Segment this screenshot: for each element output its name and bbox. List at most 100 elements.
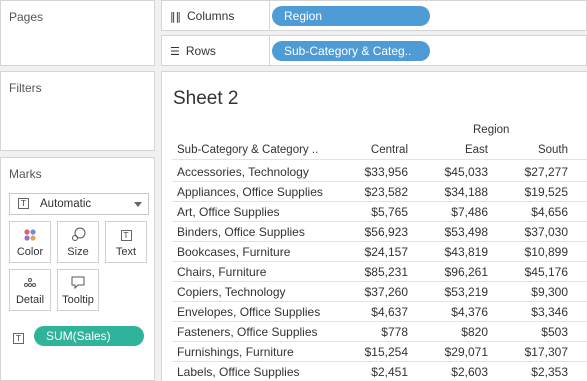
- rows-shelf-label: ☰ Rows: [170, 44, 216, 58]
- row-header-cell[interactable]: Accessories, Technology: [177, 165, 309, 179]
- value-cell-south[interactable]: $3,346: [488, 305, 568, 319]
- value-cell-central[interactable]: $15,254: [328, 345, 408, 359]
- tooltip-button[interactable]: Tooltip: [57, 269, 99, 311]
- row-header-cell[interactable]: Appliances, Office Supplies: [177, 185, 323, 199]
- detail-dots-icon: [10, 275, 50, 291]
- header-divider: [172, 159, 587, 160]
- tooltip-icon: [58, 275, 98, 291]
- rows-icon: ☰: [170, 45, 180, 58]
- value-cell-central[interactable]: $778: [328, 325, 408, 339]
- value-cell-south[interactable]: $9,300: [488, 285, 568, 299]
- row-header-cell[interactable]: Furnishings, Furniture: [177, 345, 294, 359]
- columns-shelf[interactable]: ‖‖ Columns Region: [161, 0, 587, 31]
- region-header[interactable]: Region: [473, 124, 509, 136]
- value-cell-east[interactable]: $53,219: [408, 285, 488, 299]
- row-header-cell[interactable]: Bookcases, Furniture: [177, 245, 290, 259]
- row-header-cell[interactable]: Labels, Office Supplies: [177, 365, 300, 379]
- rows-shelf[interactable]: ☰ Rows Sub-Category & Categ..: [161, 35, 587, 66]
- sheet-title: Sheet 2: [173, 88, 239, 109]
- value-cell-east[interactable]: $45,033: [408, 165, 488, 179]
- column-header-central[interactable]: Central: [328, 144, 408, 156]
- value-cell-central[interactable]: $56,923: [328, 225, 408, 239]
- value-cell-central[interactable]: $5,765: [328, 205, 408, 219]
- pages-card[interactable]: Pages: [0, 0, 155, 66]
- value-cell-central[interactable]: $85,231: [328, 265, 408, 279]
- value-cell-central[interactable]: $33,956: [328, 165, 408, 179]
- value-cell-east[interactable]: $29,071: [408, 345, 488, 359]
- row-divider: [172, 261, 587, 262]
- rows-label-text: Rows: [185, 44, 216, 58]
- filters-card[interactable]: Filters: [0, 71, 155, 151]
- value-cell-south[interactable]: $2,353: [488, 365, 568, 379]
- region-pill[interactable]: Region: [272, 6, 430, 26]
- value-cell-south[interactable]: $10,899: [488, 245, 568, 259]
- value-cell-east[interactable]: $34,188: [408, 185, 488, 199]
- row-divider: [172, 321, 587, 322]
- marks-card: Marks T Automatic Color Size T Text Deta…: [0, 157, 155, 381]
- filters-title: Filters: [9, 81, 42, 95]
- column-header-east[interactable]: East: [408, 144, 488, 156]
- value-cell-south[interactable]: $27,277: [488, 165, 568, 179]
- row-divider: [172, 361, 587, 362]
- color-button[interactable]: Color: [9, 221, 51, 263]
- text-encoding-icon: T: [13, 333, 24, 344]
- value-cell-east[interactable]: $820: [408, 325, 488, 339]
- tooltip-button-label: Tooltip: [62, 294, 94, 306]
- value-cell-south[interactable]: $45,176: [488, 265, 568, 279]
- shelf-divider: [269, 36, 270, 65]
- columns-label-text: Columns: [187, 9, 235, 23]
- value-cell-east[interactable]: $2,603: [408, 365, 488, 379]
- size-icon: [58, 227, 98, 243]
- value-cell-central[interactable]: $2,451: [328, 365, 408, 379]
- text-button-label: Text: [115, 246, 137, 258]
- value-cell-east[interactable]: $96,261: [408, 265, 488, 279]
- mark-type-label: Automatic: [40, 198, 92, 210]
- row-divider: [172, 181, 587, 182]
- color-button-label: Color: [16, 246, 44, 258]
- row-header-cell[interactable]: Binders, Office Supplies: [177, 225, 305, 239]
- row-divider: [172, 201, 587, 202]
- row-header-cell[interactable]: Art, Office Supplies: [177, 205, 280, 219]
- text-icon: T: [106, 227, 146, 243]
- text-button[interactable]: T Text: [105, 221, 147, 263]
- value-cell-east[interactable]: $53,498: [408, 225, 488, 239]
- value-cell-central[interactable]: $23,582: [328, 185, 408, 199]
- shelf-divider: [269, 1, 270, 30]
- value-cell-south[interactable]: $17,307: [488, 345, 568, 359]
- pages-title: Pages: [9, 10, 44, 24]
- chevron-down-icon: [134, 202, 142, 207]
- value-cell-central[interactable]: $37,260: [328, 285, 408, 299]
- row-divider: [172, 241, 587, 242]
- row-header-cell[interactable]: Chairs, Furniture: [177, 265, 266, 279]
- row-divider: [172, 221, 587, 222]
- subcategory-category-header[interactable]: Sub-Category & Category ..: [177, 144, 318, 156]
- subcategory-category-pill[interactable]: Sub-Category & Categ..: [272, 41, 430, 61]
- row-divider: [172, 281, 587, 282]
- columns-icon: ‖‖: [170, 10, 181, 23]
- sum-sales-pill[interactable]: SUM(Sales): [34, 326, 144, 346]
- row-divider: [172, 341, 587, 342]
- color-dots-icon: [10, 227, 50, 243]
- value-cell-east[interactable]: $7,486: [408, 205, 488, 219]
- value-cell-south[interactable]: $503: [488, 325, 568, 339]
- columns-shelf-label: ‖‖ Columns: [170, 9, 234, 23]
- detail-button[interactable]: Detail: [9, 269, 51, 311]
- size-button-label: Size: [67, 246, 89, 258]
- value-cell-central[interactable]: $4,637: [328, 305, 408, 319]
- value-cell-south[interactable]: $19,525: [488, 185, 568, 199]
- row-header-cell[interactable]: Envelopes, Office Supplies: [177, 305, 320, 319]
- text-mark-icon: T: [18, 198, 29, 209]
- column-header-south[interactable]: South: [488, 144, 568, 156]
- value-cell-east[interactable]: $4,376: [408, 305, 488, 319]
- value-cell-south[interactable]: $37,030: [488, 225, 568, 239]
- detail-button-label: Detail: [15, 294, 45, 306]
- mark-type-dropdown[interactable]: T Automatic: [9, 193, 149, 215]
- value-cell-east[interactable]: $43,819: [408, 245, 488, 259]
- row-divider: [172, 301, 587, 302]
- row-header-cell[interactable]: Copiers, Technology: [177, 285, 286, 299]
- row-header-cell[interactable]: Fasteners, Office Supplies: [177, 325, 318, 339]
- marks-title: Marks: [9, 167, 42, 181]
- value-cell-central[interactable]: $24,157: [328, 245, 408, 259]
- value-cell-south[interactable]: $4,656: [488, 205, 568, 219]
- size-button[interactable]: Size: [57, 221, 99, 263]
